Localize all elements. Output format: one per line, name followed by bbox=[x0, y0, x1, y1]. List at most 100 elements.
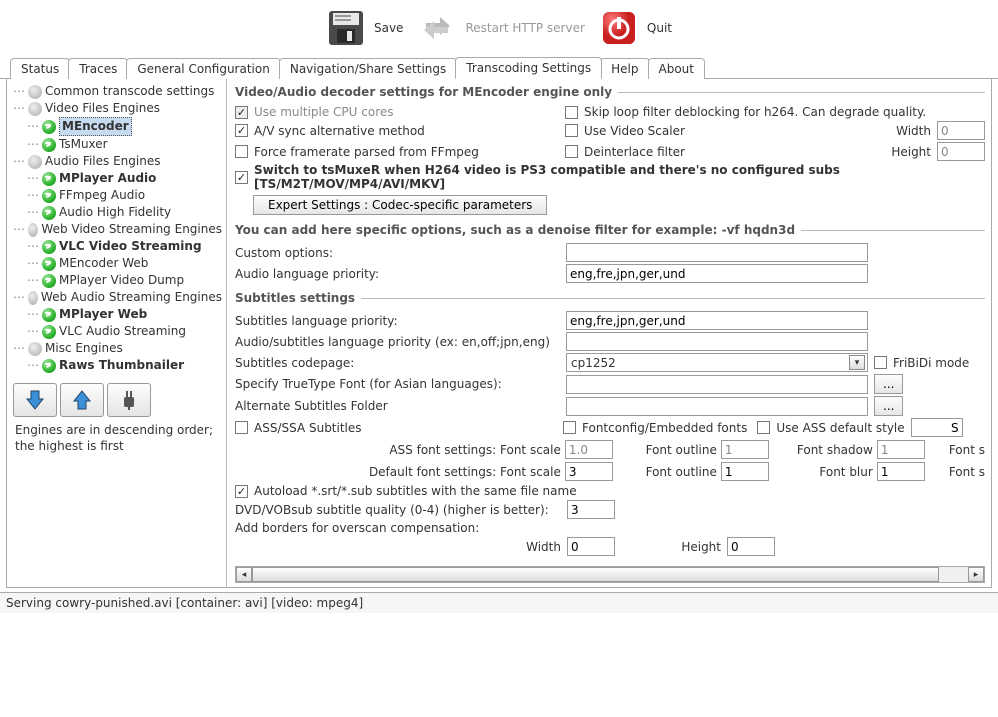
tree-dots-icon: ⋯ bbox=[13, 83, 25, 100]
tree-item-mplayer-video-dump[interactable]: ⋯MPlayer Video Dump bbox=[11, 272, 224, 289]
engine-enabled-icon bbox=[42, 206, 56, 220]
autoload-label: Autoload *.srt/*.sub subtitles with the … bbox=[254, 484, 577, 498]
tree-item-audio-high-fidelity[interactable]: ⋯Audio High Fidelity bbox=[11, 204, 224, 221]
chevron-down-icon[interactable]: ▾ bbox=[849, 355, 865, 370]
tree-item-mencoder[interactable]: ⋯MEncoder bbox=[11, 117, 224, 136]
tab-transcoding[interactable]: Transcoding Settings bbox=[455, 57, 602, 79]
def-cutoff-label: Font s bbox=[949, 465, 985, 479]
codepage-select[interactable]: cp1252▾ bbox=[566, 353, 868, 372]
as-lang-input[interactable] bbox=[566, 332, 868, 351]
plugin-button[interactable] bbox=[107, 383, 151, 417]
tree-dots-icon: ⋯ bbox=[13, 221, 25, 238]
skip-loop-checkbox[interactable] bbox=[565, 106, 578, 119]
move-up-button[interactable] bbox=[60, 383, 104, 417]
move-down-button[interactable] bbox=[13, 383, 57, 417]
def-outline-input[interactable] bbox=[721, 462, 769, 481]
switch-tsmuxer-checkbox[interactable] bbox=[235, 171, 248, 184]
tree-item-label: Web Video Streaming Engines bbox=[41, 221, 222, 238]
tree-item-web-video-streaming-engines[interactable]: ⋯ Web Video Streaming Engines bbox=[11, 221, 224, 238]
tree-item-misc-engines[interactable]: ⋯Misc Engines bbox=[11, 340, 224, 357]
def-scale-input[interactable] bbox=[565, 462, 613, 481]
dvq-input[interactable] bbox=[567, 500, 615, 519]
overscan-width-input[interactable] bbox=[567, 537, 615, 556]
tree-item-label: TsMuxer bbox=[59, 136, 108, 153]
tree-item-video-files-engines[interactable]: ⋯Video Files Engines bbox=[11, 100, 224, 117]
altfolder-input[interactable] bbox=[566, 397, 868, 416]
tree-dots-icon: ⋯ bbox=[27, 306, 39, 323]
ass-outline-input[interactable] bbox=[721, 440, 769, 459]
overscan-height-input[interactable] bbox=[727, 537, 775, 556]
dvq-label: DVD/VOBsub subtitle quality (0-4) (highe… bbox=[235, 503, 561, 517]
tab-traces[interactable]: Traces bbox=[68, 58, 128, 79]
tree-item-tsmuxer[interactable]: ⋯TsMuxer bbox=[11, 136, 224, 153]
custom-options-input[interactable] bbox=[566, 243, 868, 262]
engine-enabled-icon bbox=[42, 240, 56, 254]
fribidi-checkbox[interactable] bbox=[874, 356, 887, 369]
tree-item-web-audio-streaming-engines[interactable]: ⋯Web Audio Streaming Engines bbox=[11, 289, 224, 306]
tab-navigation[interactable]: Navigation/Share Settings bbox=[279, 58, 457, 79]
engine-enabled-icon bbox=[42, 308, 56, 322]
sub-lang-input[interactable] bbox=[566, 311, 868, 330]
ass-cutoff-label: Font s bbox=[949, 443, 985, 457]
tree-dots-icon: ⋯ bbox=[27, 187, 39, 204]
audio-lang-input[interactable] bbox=[566, 264, 868, 283]
overscan-width-label: Width bbox=[235, 540, 561, 554]
ass-ssa-checkbox[interactable] bbox=[235, 421, 248, 434]
autoload-checkbox[interactable] bbox=[235, 485, 248, 498]
tree-item-vlc-audio-streaming[interactable]: ⋯VLC Audio Streaming bbox=[11, 323, 224, 340]
horizontal-scrollbar[interactable]: ◂ ▸ bbox=[235, 566, 985, 583]
tree-item-mencoder-web[interactable]: ⋯MEncoder Web bbox=[11, 255, 224, 272]
tab-status[interactable]: Status bbox=[10, 58, 70, 79]
tree-item-label: Raws Thumbnailer bbox=[59, 357, 184, 374]
engine-enabled-icon bbox=[42, 138, 56, 152]
tree-item-vlc-video-streaming[interactable]: ⋯VLC Video Streaming bbox=[11, 238, 224, 255]
ttf-browse-button[interactable]: ... bbox=[874, 374, 903, 394]
expert-settings-button[interactable]: Expert Settings : Codec-specific paramet… bbox=[253, 195, 547, 215]
status-bar: Serving cowry-punished.avi [container: a… bbox=[0, 592, 998, 613]
ass-scale-input[interactable] bbox=[565, 440, 613, 459]
scaler-height-input[interactable] bbox=[937, 142, 985, 161]
multi-cpu-checkbox bbox=[235, 106, 248, 119]
tree-item-label: FFmpeg Audio bbox=[59, 187, 145, 204]
altfolder-browse-button[interactable]: ... bbox=[874, 396, 903, 416]
ass-default-checkbox[interactable] bbox=[757, 421, 770, 434]
tree-item-label: Web Audio Streaming Engines bbox=[41, 289, 222, 306]
tree-item-mplayer-web[interactable]: ⋯MPlayer Web bbox=[11, 306, 224, 323]
quit-button[interactable]: Quit bbox=[599, 8, 672, 48]
tree-item-label: VLC Audio Streaming bbox=[59, 323, 186, 340]
tab-about[interactable]: About bbox=[648, 58, 705, 79]
tree-item-ffmpeg-audio[interactable]: ⋯ FFmpeg Audio bbox=[11, 187, 224, 204]
video-scaler-checkbox[interactable] bbox=[565, 124, 578, 137]
tree-item-common-transcode-settings[interactable]: ⋯Common transcode settings bbox=[11, 83, 224, 100]
scaler-width-input[interactable] bbox=[937, 121, 985, 140]
engine-enabled-icon bbox=[42, 257, 56, 271]
def-blur-input[interactable] bbox=[877, 462, 925, 481]
engine-enabled-icon bbox=[42, 359, 56, 373]
deinterlace-checkbox[interactable] bbox=[565, 145, 578, 158]
scroll-right-icon[interactable]: ▸ bbox=[968, 567, 984, 582]
main-panel: Video/Audio decoder settings for MEncode… bbox=[227, 79, 991, 587]
codepage-label: Subtitles codepage: bbox=[235, 356, 560, 370]
tree-item-raws-thumbnailer[interactable]: ⋯Raws Thumbnailer bbox=[11, 357, 224, 374]
save-button[interactable]: Save bbox=[326, 8, 403, 48]
scroll-left-icon[interactable]: ◂ bbox=[236, 567, 252, 582]
tree-dots-icon: ⋯ bbox=[13, 153, 25, 170]
av-sync-checkbox[interactable] bbox=[235, 124, 248, 137]
tab-help[interactable]: Help bbox=[600, 58, 649, 79]
scaler-width-label: Width bbox=[896, 124, 931, 138]
ass-shadow-input[interactable] bbox=[877, 440, 925, 459]
as-lang-label: Audio/subtitles language priority (ex: e… bbox=[235, 335, 560, 349]
tab-general[interactable]: General Configuration bbox=[126, 58, 281, 79]
scaler-height-label: Height bbox=[891, 145, 931, 159]
force-framerate-checkbox[interactable] bbox=[235, 145, 248, 158]
ass-shadow-label: Font shadow bbox=[773, 443, 873, 457]
ass-default-style-input[interactable] bbox=[911, 418, 963, 437]
tree-dots-icon: ⋯ bbox=[13, 340, 25, 357]
tree-item-audio-files-engines[interactable]: ⋯Audio Files Engines bbox=[11, 153, 224, 170]
force-framerate-label: Force framerate parsed from FFmpeg bbox=[254, 145, 479, 159]
ttf-input[interactable] bbox=[566, 375, 868, 394]
fontconfig-checkbox[interactable] bbox=[563, 421, 576, 434]
def-scale-label: Default font settings: Font scale bbox=[235, 465, 561, 479]
scrollbar-thumb[interactable] bbox=[252, 567, 939, 582]
tree-item-mplayer-audio[interactable]: ⋯MPlayer Audio bbox=[11, 170, 224, 187]
